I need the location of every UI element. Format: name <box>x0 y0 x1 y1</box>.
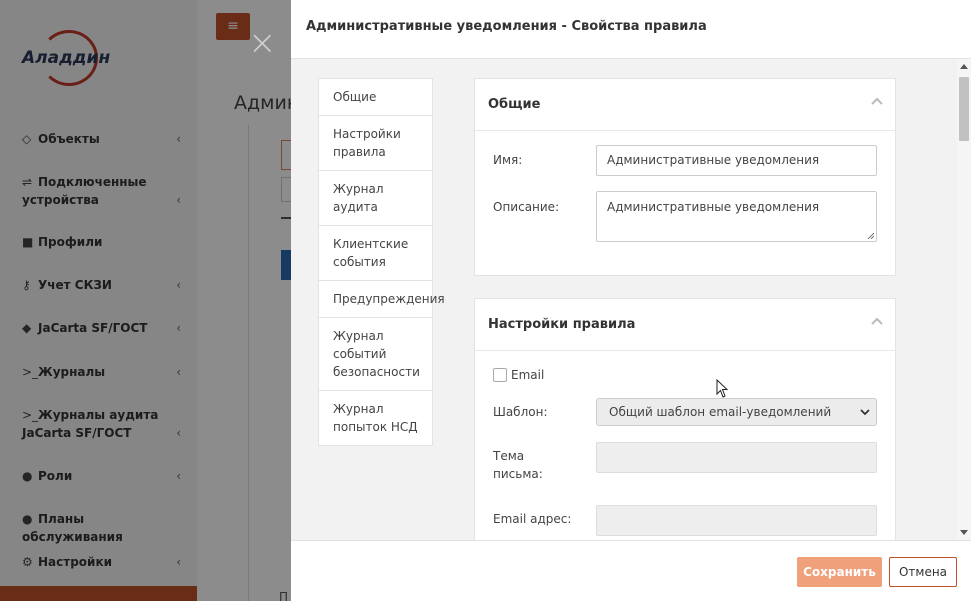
modal-body: Общие Настройки правила Журнал аудита Клие… <box>291 59 971 540</box>
nav-item-label: Журнал событий безопасности <box>333 329 420 379</box>
rule-settings-panel-header[interactable]: Настройки правила <box>475 299 895 351</box>
modal-footer: Сохранить Отмена <box>291 540 971 601</box>
name-label: Имя: <box>493 153 523 167</box>
nav-item-audit-journal[interactable]: Журнал аудита <box>319 171 432 226</box>
nav-item-label: Клиентские события <box>333 237 409 269</box>
template-select-value: Общий шаблон email-уведомлений <box>609 405 832 419</box>
nav-item-client-events[interactable]: Клиентские события <box>319 226 432 281</box>
cancel-button[interactable]: Отмена <box>889 557 957 587</box>
nav-item-label: Предупреждения <box>333 292 445 306</box>
email-address-input[interactable] <box>596 505 877 536</box>
nav-item-label: Журнал попыток НСД <box>333 402 418 434</box>
nav-item-nsd-journal[interactable]: Журнал попыток НСД <box>319 391 432 445</box>
rule-settings-panel-title: Настройки правила <box>488 317 636 332</box>
general-panel: Общие Имя: Административные уведомления … <box>474 78 896 276</box>
rule-settings-panel: Настройки правила Email Шаблон: Общий ша… <box>474 298 896 540</box>
nav-item-general[interactable]: Общие <box>319 79 432 116</box>
chevron-up-icon[interactable] <box>871 315 883 327</box>
subject-input[interactable] <box>596 442 877 473</box>
section-nav: Общие Настройки правила Журнал аудита Клие… <box>318 78 445 446</box>
template-select[interactable]: Общий шаблон email-уведомлений <box>596 398 877 426</box>
scroll-up-arrow-icon[interactable] <box>960 64 968 69</box>
email-checkbox[interactable] <box>493 368 507 382</box>
save-button[interactable]: Сохранить <box>797 557 882 587</box>
email-checkbox-label[interactable]: Email <box>511 367 544 383</box>
chevron-down-icon <box>860 409 870 416</box>
close-icon[interactable]: × <box>248 26 277 60</box>
modal-title: Административные уведомления - Свойства … <box>306 19 707 34</box>
modal-header: Административные уведомления - Свойства … <box>291 0 971 59</box>
scroll-thumb[interactable] <box>959 77 969 141</box>
nav-item-label: Настройки правила <box>333 127 401 159</box>
subject-label: Тема письма: <box>493 449 543 481</box>
resize-grip-icon[interactable] <box>867 232 874 239</box>
description-textarea[interactable]: Административные уведомления <box>596 191 877 242</box>
nav-item-security-journal[interactable]: Журнал событий безопасности <box>319 318 432 391</box>
nav-item-rule-settings[interactable]: Настройки правила <box>319 116 432 171</box>
template-label: Шаблон: <box>493 405 548 419</box>
nav-item-label: Журнал аудита <box>333 182 384 214</box>
email-address-label: Email адрес: <box>493 512 572 526</box>
description-value: Административные уведомления <box>607 200 820 214</box>
name-input[interactable]: Административные уведомления <box>596 145 877 176</box>
general-panel-title: Общие <box>488 97 541 112</box>
nav-item-label: Общие <box>333 90 377 104</box>
scroll-down-arrow-icon[interactable] <box>960 530 968 535</box>
chevron-up-icon[interactable] <box>871 95 883 107</box>
rule-properties-modal: Административные уведомления - Свойства … <box>291 0 971 601</box>
modal-scrollbar[interactable] <box>957 59 971 540</box>
general-panel-header[interactable]: Общие <box>475 79 895 131</box>
nav-item-warnings[interactable]: Предупреждения <box>319 281 445 318</box>
mouse-cursor-icon <box>716 379 729 398</box>
description-label: Описание: <box>493 200 560 214</box>
